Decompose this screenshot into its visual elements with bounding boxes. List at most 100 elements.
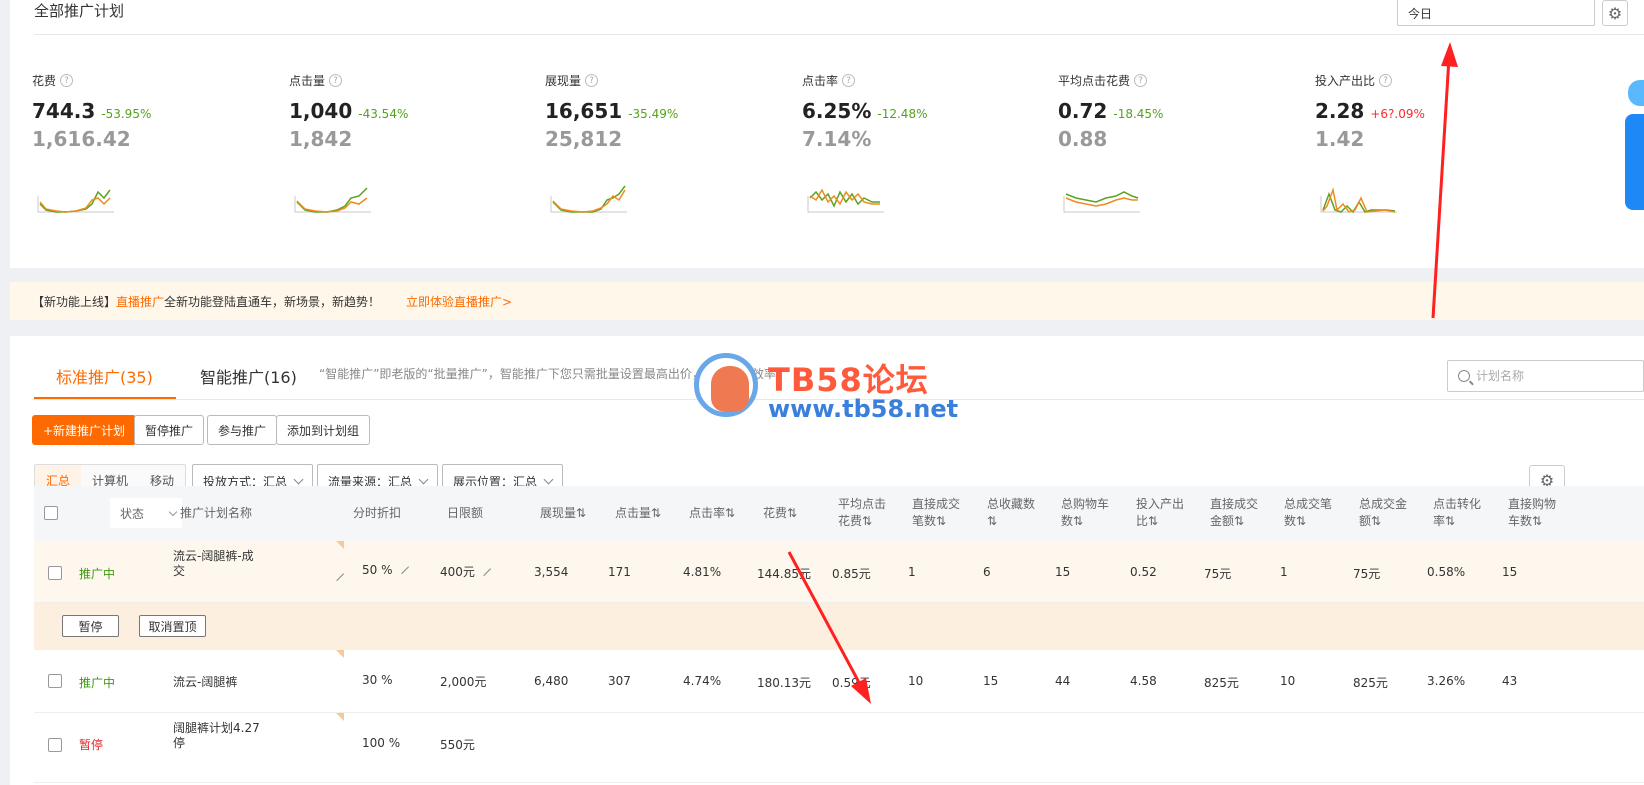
metric-value: 744.3 [32, 99, 96, 123]
row-actions: 暂停 取消置顶 [34, 603, 1644, 650]
daily-limit-cell: 2,000元 [440, 675, 487, 689]
col-total-amount[interactable]: 总成交金 额⇅ [1359, 496, 1407, 530]
col-ctr[interactable]: 点击率⇅ [689, 505, 735, 522]
metric-cost: 花费? 744.3 -53.95% 1,616.42 [32, 72, 272, 213]
col-roi[interactable]: 投入产出 比⇅ [1136, 496, 1184, 530]
plan-name-link[interactable]: 流云-阔腿裤-成交 [173, 549, 254, 579]
status-filter[interactable]: 状态 [110, 498, 182, 528]
tab-smart[interactable]: 智能推广(16) [200, 364, 297, 388]
row-checkbox[interactable] [48, 738, 62, 752]
col-cost[interactable]: 花费⇅ [763, 505, 797, 522]
new-plan-button[interactable]: +新建推广计划 [32, 415, 137, 445]
metric-previous: 1,616.42 [32, 127, 131, 151]
direct-cart-cell: 43 [1502, 674, 1518, 688]
help-icon[interactable]: ? [842, 74, 856, 87]
date-range-select[interactable]: 今日 [1397, 0, 1595, 26]
help-icon[interactable]: ? [585, 74, 599, 87]
plan-name-line: 流云-阔腿裤-成 [173, 549, 254, 563]
row-checkbox[interactable] [48, 566, 62, 580]
col-total-cart[interactable]: 总购物车 数⇅ [1061, 496, 1109, 530]
table-row[interactable]: 推广中 流云-阔腿裤-成交 50 % 400元 3,554 171 4.81% … [34, 541, 1644, 603]
row-pause-button[interactable]: 暂停 [62, 615, 119, 637]
sparkline-chart [1063, 191, 1140, 213]
help-icon[interactable]: ? [1134, 74, 1148, 87]
unpin-button[interactable]: 取消置顶 [139, 615, 206, 637]
metric-previous: 1.42 [1315, 127, 1365, 151]
status-text: 推广中 [79, 676, 116, 690]
col-line: 投入产出 [1136, 497, 1185, 511]
chevron-down-icon [543, 474, 554, 484]
edit-icon[interactable] [394, 559, 409, 575]
plan-name-link[interactable]: 阔腿裤计划4.27 停 [173, 721, 260, 751]
metric-value: 6.25% [802, 99, 872, 123]
edit-name-icon[interactable] [329, 566, 345, 582]
search-input[interactable] [1476, 369, 1636, 383]
col-line: 总购物车 [1061, 497, 1110, 511]
direct-orders-cell: 10 [908, 674, 924, 688]
metric-previous: 7.14% [802, 127, 872, 151]
total-fav-cell: 15 [983, 674, 999, 688]
plan-name-link[interactable]: 流云-阔腿裤 [173, 673, 237, 690]
total-fav-cell: 6 [983, 565, 991, 579]
assistant-avatar-icon[interactable] [1628, 80, 1644, 106]
forum-watermark: TB58论坛 www.tb58.net [694, 353, 958, 428]
edit-icon[interactable] [476, 561, 491, 577]
help-icon[interactable]: ? [60, 74, 74, 87]
col-total-fav[interactable]: 总收藏数 ⇅ [987, 496, 1035, 530]
metric-change: -53.95% [101, 107, 152, 121]
col-direct-orders[interactable]: 直接成交 笔数⇅ [912, 496, 960, 530]
col-direct-cart[interactable]: 直接购物 车数⇅ [1508, 496, 1556, 530]
select-all-checkbox[interactable] [44, 506, 58, 520]
status-text: 暂停 [79, 738, 104, 752]
hand-icon [711, 366, 749, 412]
col-line: 平均点击 [838, 497, 887, 511]
add-to-group-button[interactable]: 添加到计划组 [276, 415, 371, 445]
join-button[interactable]: 参与推广 [207, 415, 278, 445]
col-cvr[interactable]: 点击转化 率⇅ [1433, 496, 1481, 530]
metric-previous: 0.88 [1058, 127, 1108, 151]
col-line: 花费⇅ [838, 514, 873, 528]
col-line: 直接成交 [1210, 497, 1259, 511]
plan-name-line: 阔腿裤计划4.27 [173, 721, 260, 735]
direct-amount-cell: 825元 [1204, 676, 1239, 690]
table-row[interactable]: 暂停 阔腿裤计划4.27 停 100 % 550元 [34, 713, 1644, 783]
ctr-cell: 4.74% [683, 674, 722, 688]
plan-name-line: 交 [173, 564, 186, 578]
watermark-logo-icon [694, 353, 758, 417]
cvr-cell: 3.26% [1427, 674, 1466, 688]
metric-label: 花费 [32, 74, 57, 88]
col-line: 率⇅ [1433, 514, 1456, 528]
col-impressions[interactable]: 展现量⇅ [540, 505, 586, 522]
cost-cell: 144.85元 [757, 567, 811, 581]
time-discount-cell: 30 % [362, 673, 393, 687]
gear-icon[interactable]: ⚙ [1602, 0, 1628, 26]
help-icon[interactable]: ? [329, 74, 343, 87]
help-icon[interactable]: ? [1379, 74, 1393, 87]
notice-cta-link[interactable]: 立即体验直播推广> [406, 295, 512, 309]
col-line: 总收藏数 [987, 497, 1036, 511]
plan-search[interactable] [1447, 360, 1644, 392]
table-row[interactable]: 推广中 流云-阔腿裤 30 % 2,000元 6,480 307 4.74% 1… [34, 650, 1644, 713]
notice-highlight-link[interactable]: 直播推广 [116, 295, 164, 309]
sparkline-chart [807, 188, 884, 213]
clicks-cell: 307 [608, 674, 631, 688]
time-discount-cell: 100 % [362, 736, 401, 750]
metric-label: 点击量 [289, 74, 326, 88]
floating-side-panel[interactable] [1625, 114, 1644, 210]
total-orders-cell: 10 [1280, 674, 1296, 688]
daily-limit-value: 400元 [440, 565, 475, 579]
tab-standard[interactable]: 标准推广(35) [56, 364, 153, 388]
direct-amount-cell: 75元 [1204, 567, 1232, 581]
col-direct-amount[interactable]: 直接成交 金额⇅ [1210, 496, 1258, 530]
metric-roi: 投入产出比? 2.28 +6?.09% 1.42 [1315, 72, 1555, 214]
col-avg-cpc[interactable]: 平均点击花费⇅ [838, 496, 886, 530]
col-total-orders[interactable]: 总成交笔 数⇅ [1284, 496, 1332, 530]
pause-button[interactable]: 暂停推广 [134, 415, 205, 445]
time-discount-value: 50 % [362, 563, 393, 577]
col-clicks[interactable]: 点击量⇅ [615, 505, 661, 522]
col-line: 数⇅ [1284, 514, 1307, 528]
metric-clicks: 点击量? 1,040 -43.54% 1,842 [289, 72, 529, 213]
row-checkbox[interactable] [48, 674, 62, 688]
divider [34, 34, 1644, 35]
sparkline-chart [550, 185, 627, 213]
